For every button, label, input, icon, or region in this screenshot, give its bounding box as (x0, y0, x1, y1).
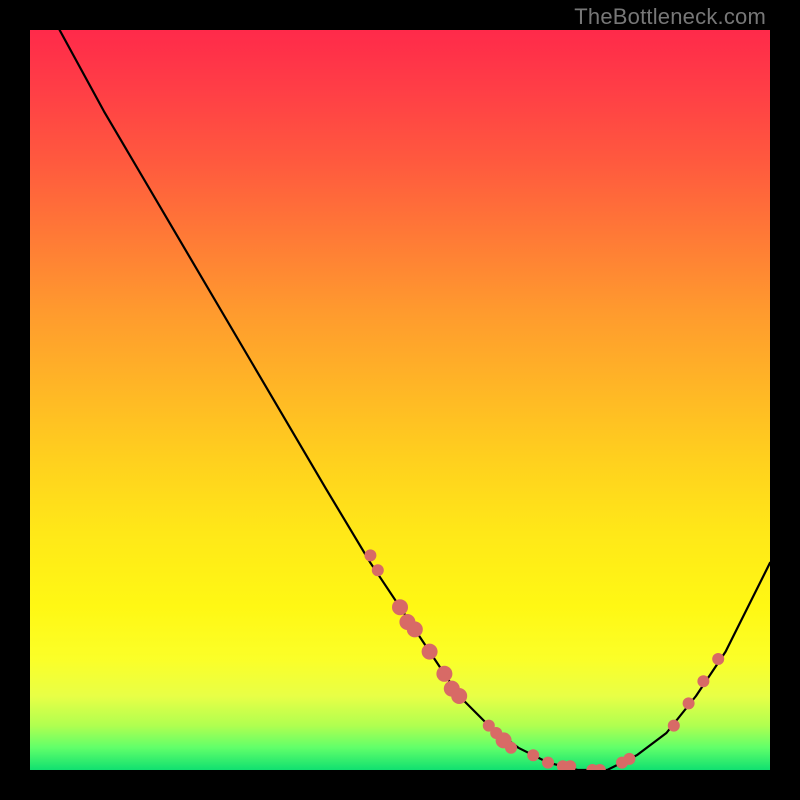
watermark-label: TheBottleneck.com (574, 4, 766, 30)
plot-background (30, 30, 770, 770)
chart-container: TheBottleneck.com (0, 0, 800, 800)
